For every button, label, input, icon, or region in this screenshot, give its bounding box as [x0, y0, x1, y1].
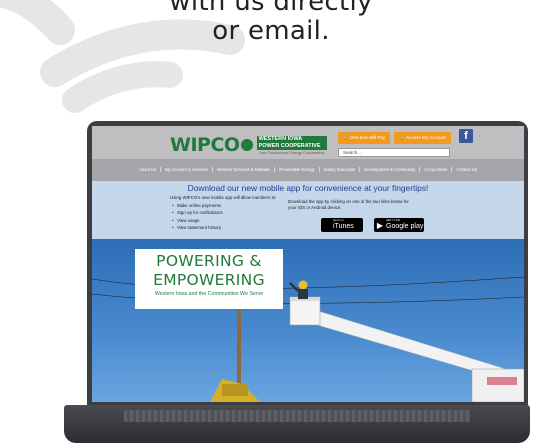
nav-item-member-services[interactable]: Member Services & Rebates	[213, 167, 276, 172]
logo-line2: POWER COOPERATIVE	[256, 142, 327, 150]
promo-intro: Using WIPCO's new mobile app will allow …	[170, 195, 277, 200]
laptop-keyboard-base	[64, 405, 530, 443]
promo-features: Using WIPCO's new mobile app will allow …	[170, 195, 277, 232]
logo-wordmark: WIPCO	[170, 134, 240, 156]
list-item: Make online payments	[170, 202, 277, 210]
promo-download-text: Download the app by clicking on one of t…	[288, 199, 409, 210]
logo-tagline: Your Touchstone Energy Cooperative	[258, 149, 325, 155]
google-play-button[interactable]: ▶ GET IT ON Google play	[374, 218, 424, 232]
nav-item-account[interactable]: My Account & Services	[161, 167, 213, 172]
bill-pay-label: One-time Bill Pay	[349, 135, 386, 140]
laptop-screen: WIPCO WESTERN IOWA POWER COOPERATIVE You…	[92, 126, 524, 402]
access-account-button[interactable]: 🔒 Access My Account	[394, 132, 451, 144]
lock-icon: 🔒	[399, 135, 405, 140]
promo-title: Download our new mobile app for convenie…	[187, 183, 429, 193]
page-headline-line1: with us directly	[169, 0, 373, 17]
google-big-label: Google play	[386, 222, 424, 230]
hero-line2: EMPOWERING	[153, 271, 265, 289]
nav-item-safety[interactable]: Safety Education	[320, 167, 361, 172]
one-time-bill-pay-button[interactable]: 🔒 One-time Bill Pay	[338, 132, 390, 144]
nav-item-development[interactable]: Development & Community	[360, 167, 421, 172]
logo-bolt-icon	[240, 139, 253, 151]
list-item: Sign up for notifications	[170, 209, 277, 217]
apple-big-label: iTunes	[333, 222, 354, 230]
hero-banner: POWERING & EMPOWERING Western Iowa and t…	[92, 239, 524, 402]
nav-item-about[interactable]: About Us	[135, 167, 162, 172]
main-nav: About Us My Account & Services Member Se…	[92, 159, 524, 181]
google-play-icon: ▶	[376, 220, 384, 230]
nav-item-renewable[interactable]: Renewable Energy	[275, 167, 320, 172]
laptop-vent	[124, 410, 470, 422]
hero-line3: Western Iowa and the Communities We Serv…	[154, 291, 264, 297]
nav-item-contact[interactable]: Contact Us	[452, 167, 481, 172]
wipco-logo[interactable]: WIPCO WESTERN IOWA POWER COOPERATIVE You…	[170, 134, 327, 156]
page-headline-line2: or email.	[212, 16, 330, 46]
lock-icon: 🔒	[342, 135, 349, 140]
search-input[interactable]: Search...	[338, 148, 450, 157]
list-item: View usage	[170, 217, 277, 225]
hero-tagline-card: POWERING & EMPOWERING Western Iowa and t…	[135, 249, 283, 309]
list-item: View statement history	[170, 224, 277, 232]
site-header: WIPCO WESTERN IOWA POWER COOPERATIVE You…	[92, 126, 524, 159]
nav-item-news[interactable]: Co-op News	[420, 167, 453, 172]
facebook-icon[interactable]: f	[459, 129, 473, 143]
logo-subtitle: WESTERN IOWA POWER COOPERATIVE Your Touc…	[256, 135, 327, 155]
mobile-app-promo: Download our new mobile app for convenie…	[92, 181, 524, 239]
account-label: Access My Account	[405, 135, 446, 140]
logo-line1: WESTERN IOWA	[256, 135, 327, 143]
itunes-store-button[interactable]: Get it on iTunes	[321, 218, 363, 232]
hero-line1: POWERING &	[156, 252, 262, 270]
